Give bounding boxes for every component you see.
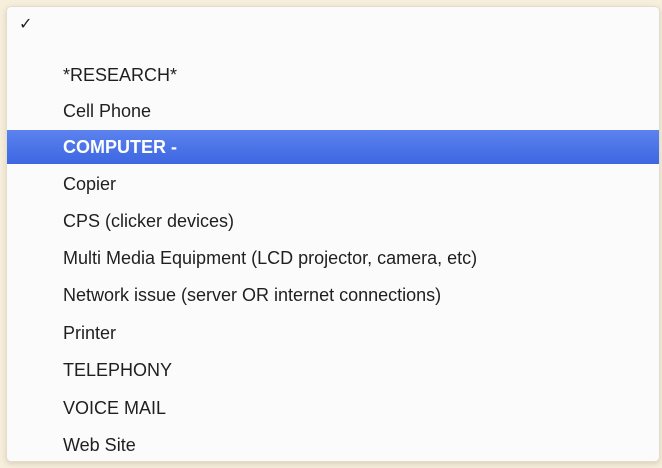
screen-background: ✓ *RESEARCH* Cell Phone COMPUTER - Copie… [0,0,662,468]
menu-item-telephony[interactable]: TELEPHONY [7,353,659,387]
menu-item-copier[interactable]: Copier [7,167,659,201]
menu-item-label: CPS (clicker devices) [63,211,235,231]
menu-item-multi-media[interactable]: Multi Media Equipment (LCD projector, ca… [7,241,659,275]
checkmark-icon: ✓ [19,14,33,33]
menu-item-label: Multi Media Equipment (LCD projector, ca… [63,248,478,268]
menu-item-label: COMPUTER - [63,137,177,157]
menu-item-network-issue[interactable]: Network issue (server OR internet connec… [7,278,659,312]
menu-item-label: Web Site [63,435,136,455]
menu-item-computer[interactable]: COMPUTER - [7,130,659,164]
menu-item-label: Printer [63,323,117,343]
menu-item-research[interactable]: *RESEARCH* [7,58,659,92]
menu-item-printer[interactable]: Printer [7,316,659,350]
menu-item-blank[interactable]: ✓ [7,7,659,41]
menu-item-cps[interactable]: CPS (clicker devices) [7,204,659,238]
menu-item-label: Cell Phone [63,101,152,121]
menu-item-label: Copier [63,174,117,194]
menu-item-cell-phone[interactable]: Cell Phone [7,94,659,128]
dropdown-menu: ✓ *RESEARCH* Cell Phone COMPUTER - Copie… [6,6,660,462]
menu-item-voice-mail[interactable]: VOICE MAIL [7,391,659,425]
menu-item-label: Network issue (server OR internet connec… [63,285,442,305]
menu-item-label: VOICE MAIL [63,398,167,418]
menu-item-label: TELEPHONY [63,360,173,380]
menu-item-web-site[interactable]: Web Site [7,428,659,461]
menu-item-label: *RESEARCH* [63,65,178,85]
